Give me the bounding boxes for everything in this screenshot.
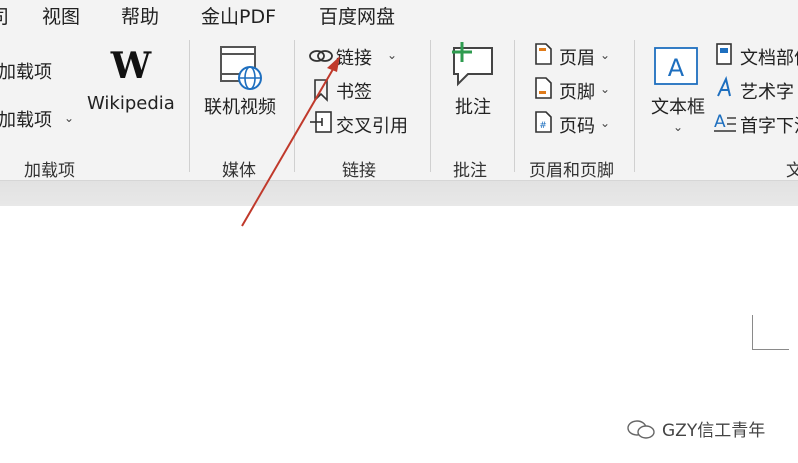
svg-text:#: # [539, 121, 547, 131]
new-comment-icon[interactable] [448, 40, 496, 88]
text-box-icon[interactable]: A [651, 44, 701, 88]
menu-item-baidu-netdisk[interactable]: 百度网盘 [319, 2, 395, 29]
wordart-button[interactable]: 艺术字 [740, 78, 794, 104]
menu-item-kingsoft-pdf[interactable]: 金山PDF [201, 2, 276, 29]
chevron-down-icon[interactable]: ⌄ [387, 48, 397, 62]
cross-reference-button[interactable]: 交叉引用 [336, 112, 408, 138]
page-margin-corner [752, 315, 789, 350]
wikipedia-button[interactable]: Wikipedia [87, 93, 175, 114]
group-label-comments: 批注 [453, 161, 487, 181]
quick-parts-icon[interactable] [714, 42, 734, 66]
addins-button-1[interactable]: 加载项 [0, 58, 52, 84]
group-label-links: 链接 [342, 161, 376, 181]
chevron-down-icon[interactable]: ⌄ [673, 120, 683, 134]
group-label-header-footer: 页眉和页脚 [529, 161, 614, 181]
header-icon[interactable] [533, 42, 553, 66]
text-box-button[interactable]: 文本框 [651, 93, 705, 119]
annotation-arrow-icon [241, 56, 340, 227]
watermark-text: GZY信工青年 [662, 421, 766, 441]
ribbon-shadow [0, 180, 798, 207]
chevron-down-icon[interactable]: ⌄ [600, 82, 610, 96]
page-number-icon[interactable]: # [533, 110, 553, 134]
svg-text:W: W [110, 48, 152, 84]
drop-cap-button[interactable]: 首字下沉 [740, 112, 798, 138]
footer-icon[interactable] [533, 76, 553, 100]
group-label-text: 文 [786, 161, 798, 181]
group-separator [189, 40, 190, 172]
wordart-icon[interactable] [714, 76, 736, 100]
new-comment-button[interactable]: 批注 [455, 93, 491, 119]
quick-parts-button[interactable]: 文档部件 [740, 44, 798, 70]
menu-item-view[interactable]: 视图 [42, 2, 80, 29]
header-button[interactable]: 页眉 [559, 44, 595, 70]
chevron-down-icon[interactable]: ⌄ [600, 48, 610, 62]
wechat-icon [627, 420, 655, 439]
wikipedia-icon[interactable]: W [108, 48, 154, 84]
group-label-addins: 加载项 [24, 161, 75, 181]
svg-text:A: A [668, 54, 685, 82]
svg-text:A: A [714, 112, 726, 132]
chevron-down-icon[interactable]: ⌄ [600, 116, 610, 130]
chevron-down-icon[interactable]: ⌄ [64, 111, 74, 125]
page-number-button[interactable]: 页码 [559, 112, 595, 138]
group-separator [430, 40, 431, 172]
menu-item-insert[interactable]: 司 [0, 2, 9, 29]
addins-button-2[interactable]: 加载项 [0, 106, 52, 132]
footer-button[interactable]: 页脚 [559, 78, 595, 104]
group-separator [514, 40, 515, 172]
drop-cap-icon[interactable]: A [712, 110, 738, 134]
group-separator [634, 40, 635, 172]
menu-bar: 司 视图 帮助 金山PDF 百度网盘 [0, 0, 798, 34]
menu-item-help[interactable]: 帮助 [121, 2, 159, 29]
